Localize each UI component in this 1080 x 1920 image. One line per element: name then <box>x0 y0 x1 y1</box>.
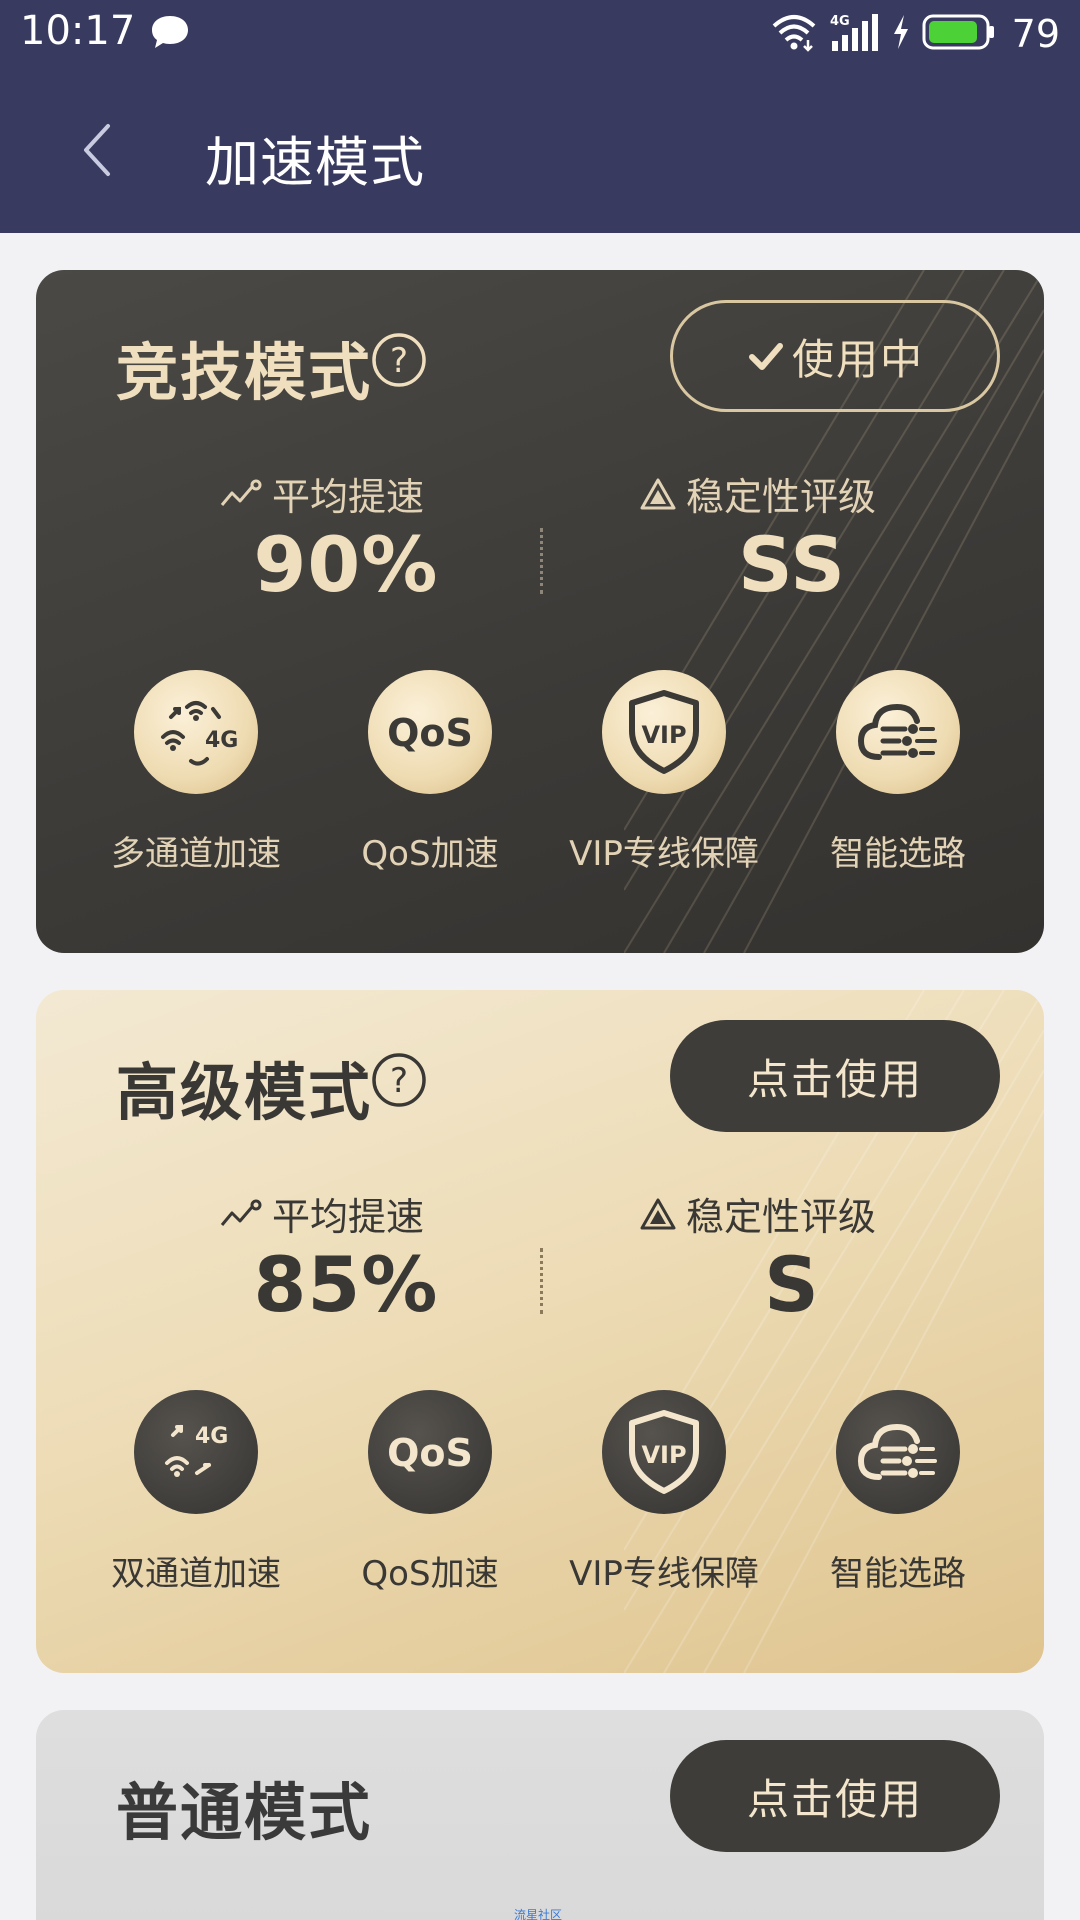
stability-label: 稳定性评级 <box>640 466 876 521</box>
svg-text:4G: 4G <box>195 1424 228 1449</box>
avg-speed-label: 平均提速 <box>220 1186 424 1241</box>
svg-text:?: ? <box>390 341 408 381</box>
stability-label: 稳定性评级 <box>640 1186 876 1241</box>
svg-text:4G: 4G <box>205 728 238 753</box>
svg-text:VIP: VIP <box>641 721 686 749</box>
trend-up-icon <box>220 1199 262 1226</box>
use-button-label: 点击使用 <box>746 1774 923 1824</box>
use-button-label: 点击使用 <box>746 1054 923 1104</box>
feature-label: QoS加速 <box>361 834 499 874</box>
charging-icon <box>890 13 912 55</box>
battery-level: 79 <box>1011 12 1060 56</box>
stability-value: SS <box>737 520 847 609</box>
advanced-mode-card: 高级模式 ? 点击使用 平均提速 85% 稳定性评级 S 4G 双通道加速 Qo… <box>36 990 1044 1673</box>
in-use-label: 使用中 <box>791 334 924 384</box>
card-title: 高级模式 <box>116 1056 373 1129</box>
feature-multi-channel: 4G 多通道加速 <box>76 670 316 875</box>
status-icons: 4G 79 <box>770 10 1060 58</box>
warning-triangle-icon <box>640 1198 676 1229</box>
normal-mode-card: 普通模式 点击使用 <box>36 1710 1044 1920</box>
use-advanced-button[interactable]: 点击使用 <box>670 1020 1000 1132</box>
feature-label: 多通道加速 <box>111 834 281 874</box>
svg-text:QoS: QoS <box>387 711 473 755</box>
vip-shield-icon: VIP <box>602 670 726 794</box>
wifi-icon <box>770 12 818 56</box>
feature-smart-route: 智能选路 <box>778 670 1018 875</box>
use-normal-button[interactable]: 点击使用 <box>670 1740 1000 1852</box>
feature-label: 智能选路 <box>830 1554 966 1594</box>
svg-text:4G: 4G <box>830 14 850 29</box>
avg-speed-value: 90% <box>253 520 439 609</box>
cloud-route-icon <box>836 670 960 794</box>
feature-vip-line: VIP VIP专线保障 <box>544 1390 784 1595</box>
multi-channel-icon: 4G <box>134 670 258 794</box>
feature-smart-route: 智能选路 <box>778 1390 1018 1595</box>
svg-text:VIP: VIP <box>641 1441 686 1469</box>
check-icon <box>748 343 783 370</box>
qos-icon: QoS <box>368 670 492 794</box>
help-question-icon[interactable]: ? <box>371 332 427 388</box>
warning-triangle-icon <box>640 478 676 509</box>
feature-dual-channel: 4G 双通道加速 <box>76 1390 316 1595</box>
feature-label: 智能选路 <box>830 834 966 874</box>
stat-divider <box>540 528 543 594</box>
feature-qos: QoS QoS加速 <box>310 1390 550 1595</box>
trend-up-icon <box>220 479 262 506</box>
feature-label: VIP专线保障 <box>569 1554 759 1594</box>
in-use-button[interactable]: 使用中 <box>670 300 1000 412</box>
feature-vip-line: VIP VIP专线保障 <box>544 670 784 875</box>
help-question-icon[interactable]: ? <box>371 1052 427 1108</box>
svg-text:?: ? <box>390 1061 408 1101</box>
svg-text:QoS: QoS <box>387 1431 473 1475</box>
feature-label: VIP专线保障 <box>569 834 759 874</box>
status-time: 10:17 <box>20 8 136 54</box>
competitive-mode-card: 竞技模式 ? 使用中 平均提速 90% 稳定性评级 SS 4G 多通道加速 Qo… <box>36 270 1044 953</box>
stat-divider <box>540 1248 543 1314</box>
top-bar: 10:17 4G 79 加速模式 <box>0 0 1080 233</box>
vip-shield-icon: VIP <box>602 1390 726 1514</box>
cloud-route-icon <box>836 1390 960 1514</box>
avg-speed-label: 平均提速 <box>220 466 424 521</box>
page-title: 加速模式 <box>205 131 425 194</box>
card-title: 竞技模式 <box>116 336 373 409</box>
status-bar: 10:17 4G 79 <box>0 0 1080 68</box>
back-arrow-icon[interactable] <box>78 120 118 180</box>
avg-speed-value: 85% <box>253 1240 439 1329</box>
feature-label: QoS加速 <box>361 1554 499 1594</box>
card-title: 普通模式 <box>116 1776 373 1849</box>
dual-channel-icon: 4G <box>134 1390 258 1514</box>
stability-value: S <box>764 1240 820 1329</box>
qos-icon: QoS <box>368 1390 492 1514</box>
feature-qos: QoS QoS加速 <box>310 670 550 875</box>
battery-icon <box>922 13 996 55</box>
chat-bubble-icon <box>150 14 190 54</box>
feature-label: 双通道加速 <box>111 1554 281 1594</box>
signal-4g-icon: 4G <box>828 11 880 57</box>
watermark-text: 流星社区 <box>514 1908 563 1920</box>
